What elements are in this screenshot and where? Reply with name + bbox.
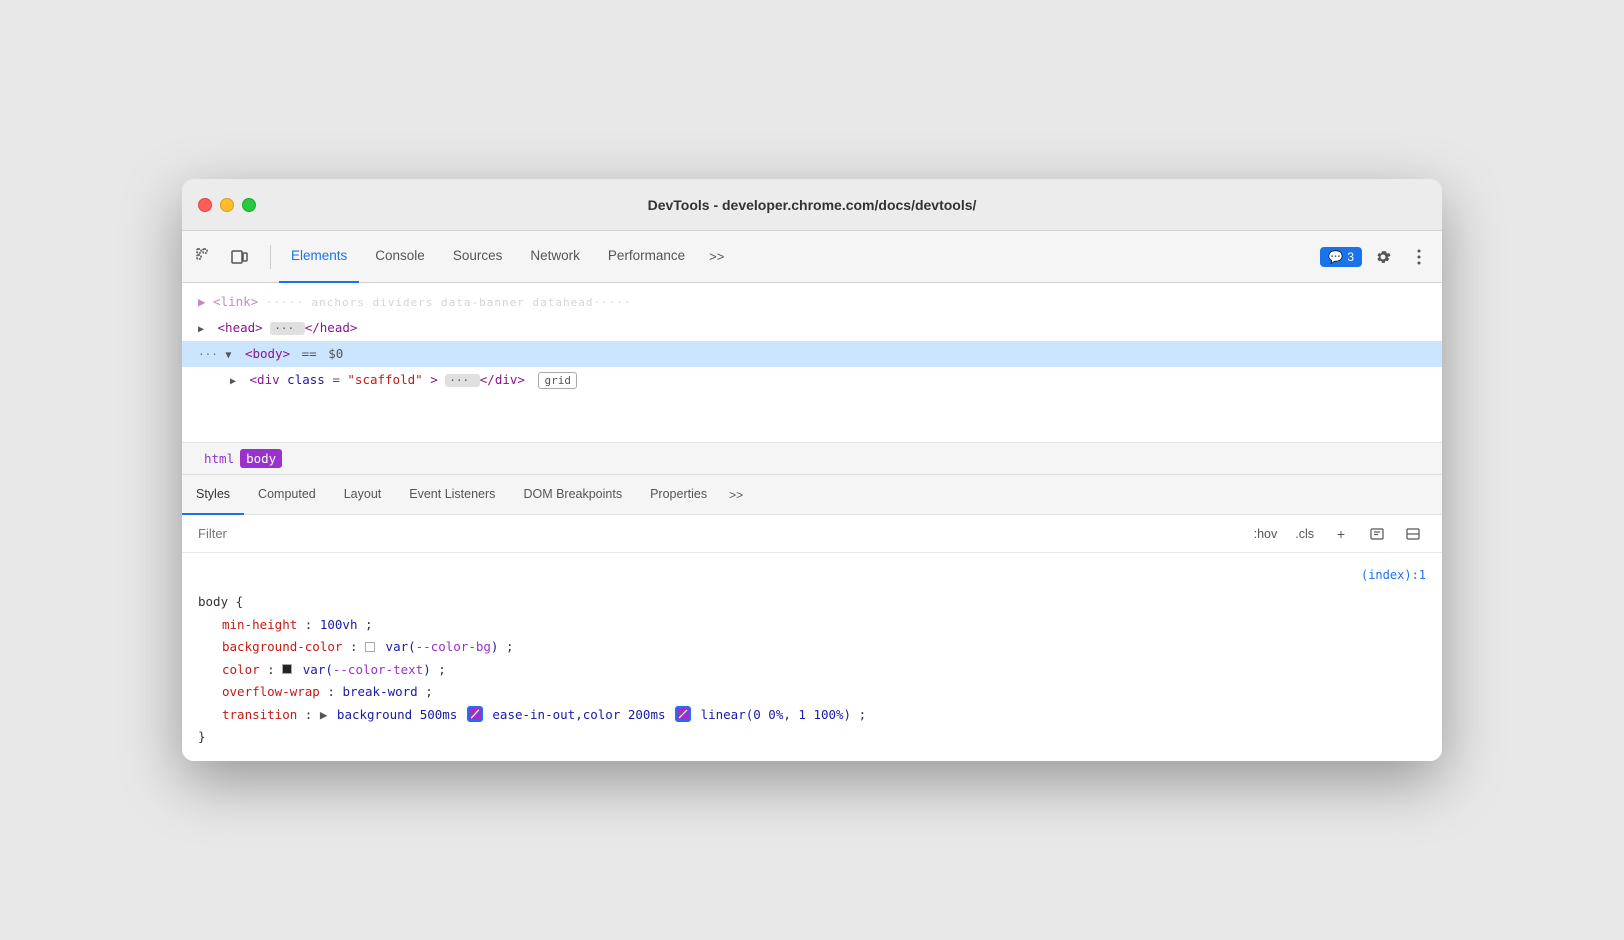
- tab-elements[interactable]: Elements: [279, 231, 359, 283]
- css-prop-overflow-wrap: overflow-wrap : break-word ;: [198, 681, 1426, 704]
- close-button[interactable]: [198, 198, 212, 212]
- css-prop-color: color : var(--color-text) ;: [198, 659, 1426, 682]
- traffic-lights: [198, 198, 256, 212]
- add-style-icon[interactable]: +: [1328, 521, 1354, 547]
- styles-toolbar: Styles Computed Layout Event Listeners D…: [182, 475, 1442, 515]
- tab-network[interactable]: Network: [518, 231, 592, 283]
- filter-bar: :hov .cls +: [182, 515, 1442, 553]
- color-swatch-text[interactable]: [282, 664, 292, 674]
- more-tabs-button[interactable]: >>: [701, 242, 732, 272]
- css-prop-background-color: background-color : var(--color-bg) ;: [198, 636, 1426, 659]
- device-toggle-icon[interactable]: [224, 242, 254, 272]
- window-title: DevTools - developer.chrome.com/docs/dev…: [648, 197, 977, 213]
- css-prop-transition: transition : ▶ background 500ms ease-in-…: [198, 704, 1426, 727]
- tab-event-listeners[interactable]: Event Listeners: [395, 475, 509, 515]
- toolbar-right: 💬 3: [1320, 242, 1434, 272]
- devtools-window: DevTools - developer.chrome.com/docs/dev…: [182, 179, 1442, 760]
- easing-swatch-1[interactable]: [467, 706, 483, 722]
- css-source-link[interactable]: (index):1: [1361, 565, 1426, 587]
- dom-line-div[interactable]: ▶ <div class = "scaffold" > ··· </div> g…: [182, 367, 1442, 393]
- tab-computed[interactable]: Computed: [244, 475, 330, 515]
- filter-actions: :hov .cls +: [1250, 521, 1426, 547]
- devtools-panel: Elements Console Sources Network Perform…: [182, 231, 1442, 760]
- dom-line-body[interactable]: ··· ▼ <body> == $0: [182, 341, 1442, 367]
- filter-input[interactable]: [198, 526, 1250, 541]
- easing-swatch-2[interactable]: [675, 706, 691, 722]
- styles-more-tabs-button[interactable]: >>: [721, 488, 751, 502]
- new-style-rule-icon[interactable]: [1364, 521, 1390, 547]
- inspect-icon[interactable]: [190, 242, 220, 272]
- minimize-button[interactable]: [220, 198, 234, 212]
- fullscreen-button[interactable]: [242, 198, 256, 212]
- grid-badge[interactable]: grid: [538, 372, 577, 389]
- dom-line-faded: ▶ <link> ····· anchors dividers data-ban…: [182, 289, 1442, 315]
- tab-sources[interactable]: Sources: [441, 231, 515, 283]
- tab-layout[interactable]: Layout: [330, 475, 396, 515]
- toggle-computed-icon[interactable]: [1400, 521, 1426, 547]
- titlebar: DevTools - developer.chrome.com/docs/dev…: [182, 179, 1442, 231]
- settings-icon[interactable]: [1368, 242, 1398, 272]
- tab-properties[interactable]: Properties: [636, 475, 721, 515]
- transition-expand-icon[interactable]: ▶: [320, 704, 328, 727]
- hov-button[interactable]: :hov: [1250, 525, 1282, 543]
- css-prop-min-height: min-height : 100vh ;: [198, 614, 1426, 637]
- dom-line-head[interactable]: ▶ <head> ··· </head>: [182, 315, 1442, 341]
- toolbar-icons: [190, 242, 254, 272]
- breadcrumb-body[interactable]: body: [240, 449, 282, 468]
- css-close-brace: }: [198, 726, 1426, 749]
- more-options-icon[interactable]: [1404, 242, 1434, 272]
- color-swatch-bg[interactable]: [365, 642, 375, 652]
- breadcrumb: html body: [182, 443, 1442, 475]
- cls-button[interactable]: .cls: [1291, 525, 1318, 543]
- dom-panel: ▶ <link> ····· anchors dividers data-ban…: [182, 283, 1442, 443]
- tab-styles[interactable]: Styles: [182, 475, 244, 515]
- breadcrumb-html[interactable]: html: [198, 449, 240, 468]
- main-toolbar: Elements Console Sources Network Perform…: [182, 231, 1442, 283]
- tab-dom-breakpoints[interactable]: DOM Breakpoints: [509, 475, 636, 515]
- tab-console[interactable]: Console: [363, 231, 437, 283]
- issues-badge-button[interactable]: 💬 3: [1320, 247, 1362, 267]
- tab-performance[interactable]: Performance: [596, 231, 697, 283]
- toolbar-separator: [270, 245, 271, 269]
- css-selector-line: body {: [198, 591, 1426, 614]
- css-content: (index):1 body { min-height : 100vh ; ba…: [182, 553, 1442, 760]
